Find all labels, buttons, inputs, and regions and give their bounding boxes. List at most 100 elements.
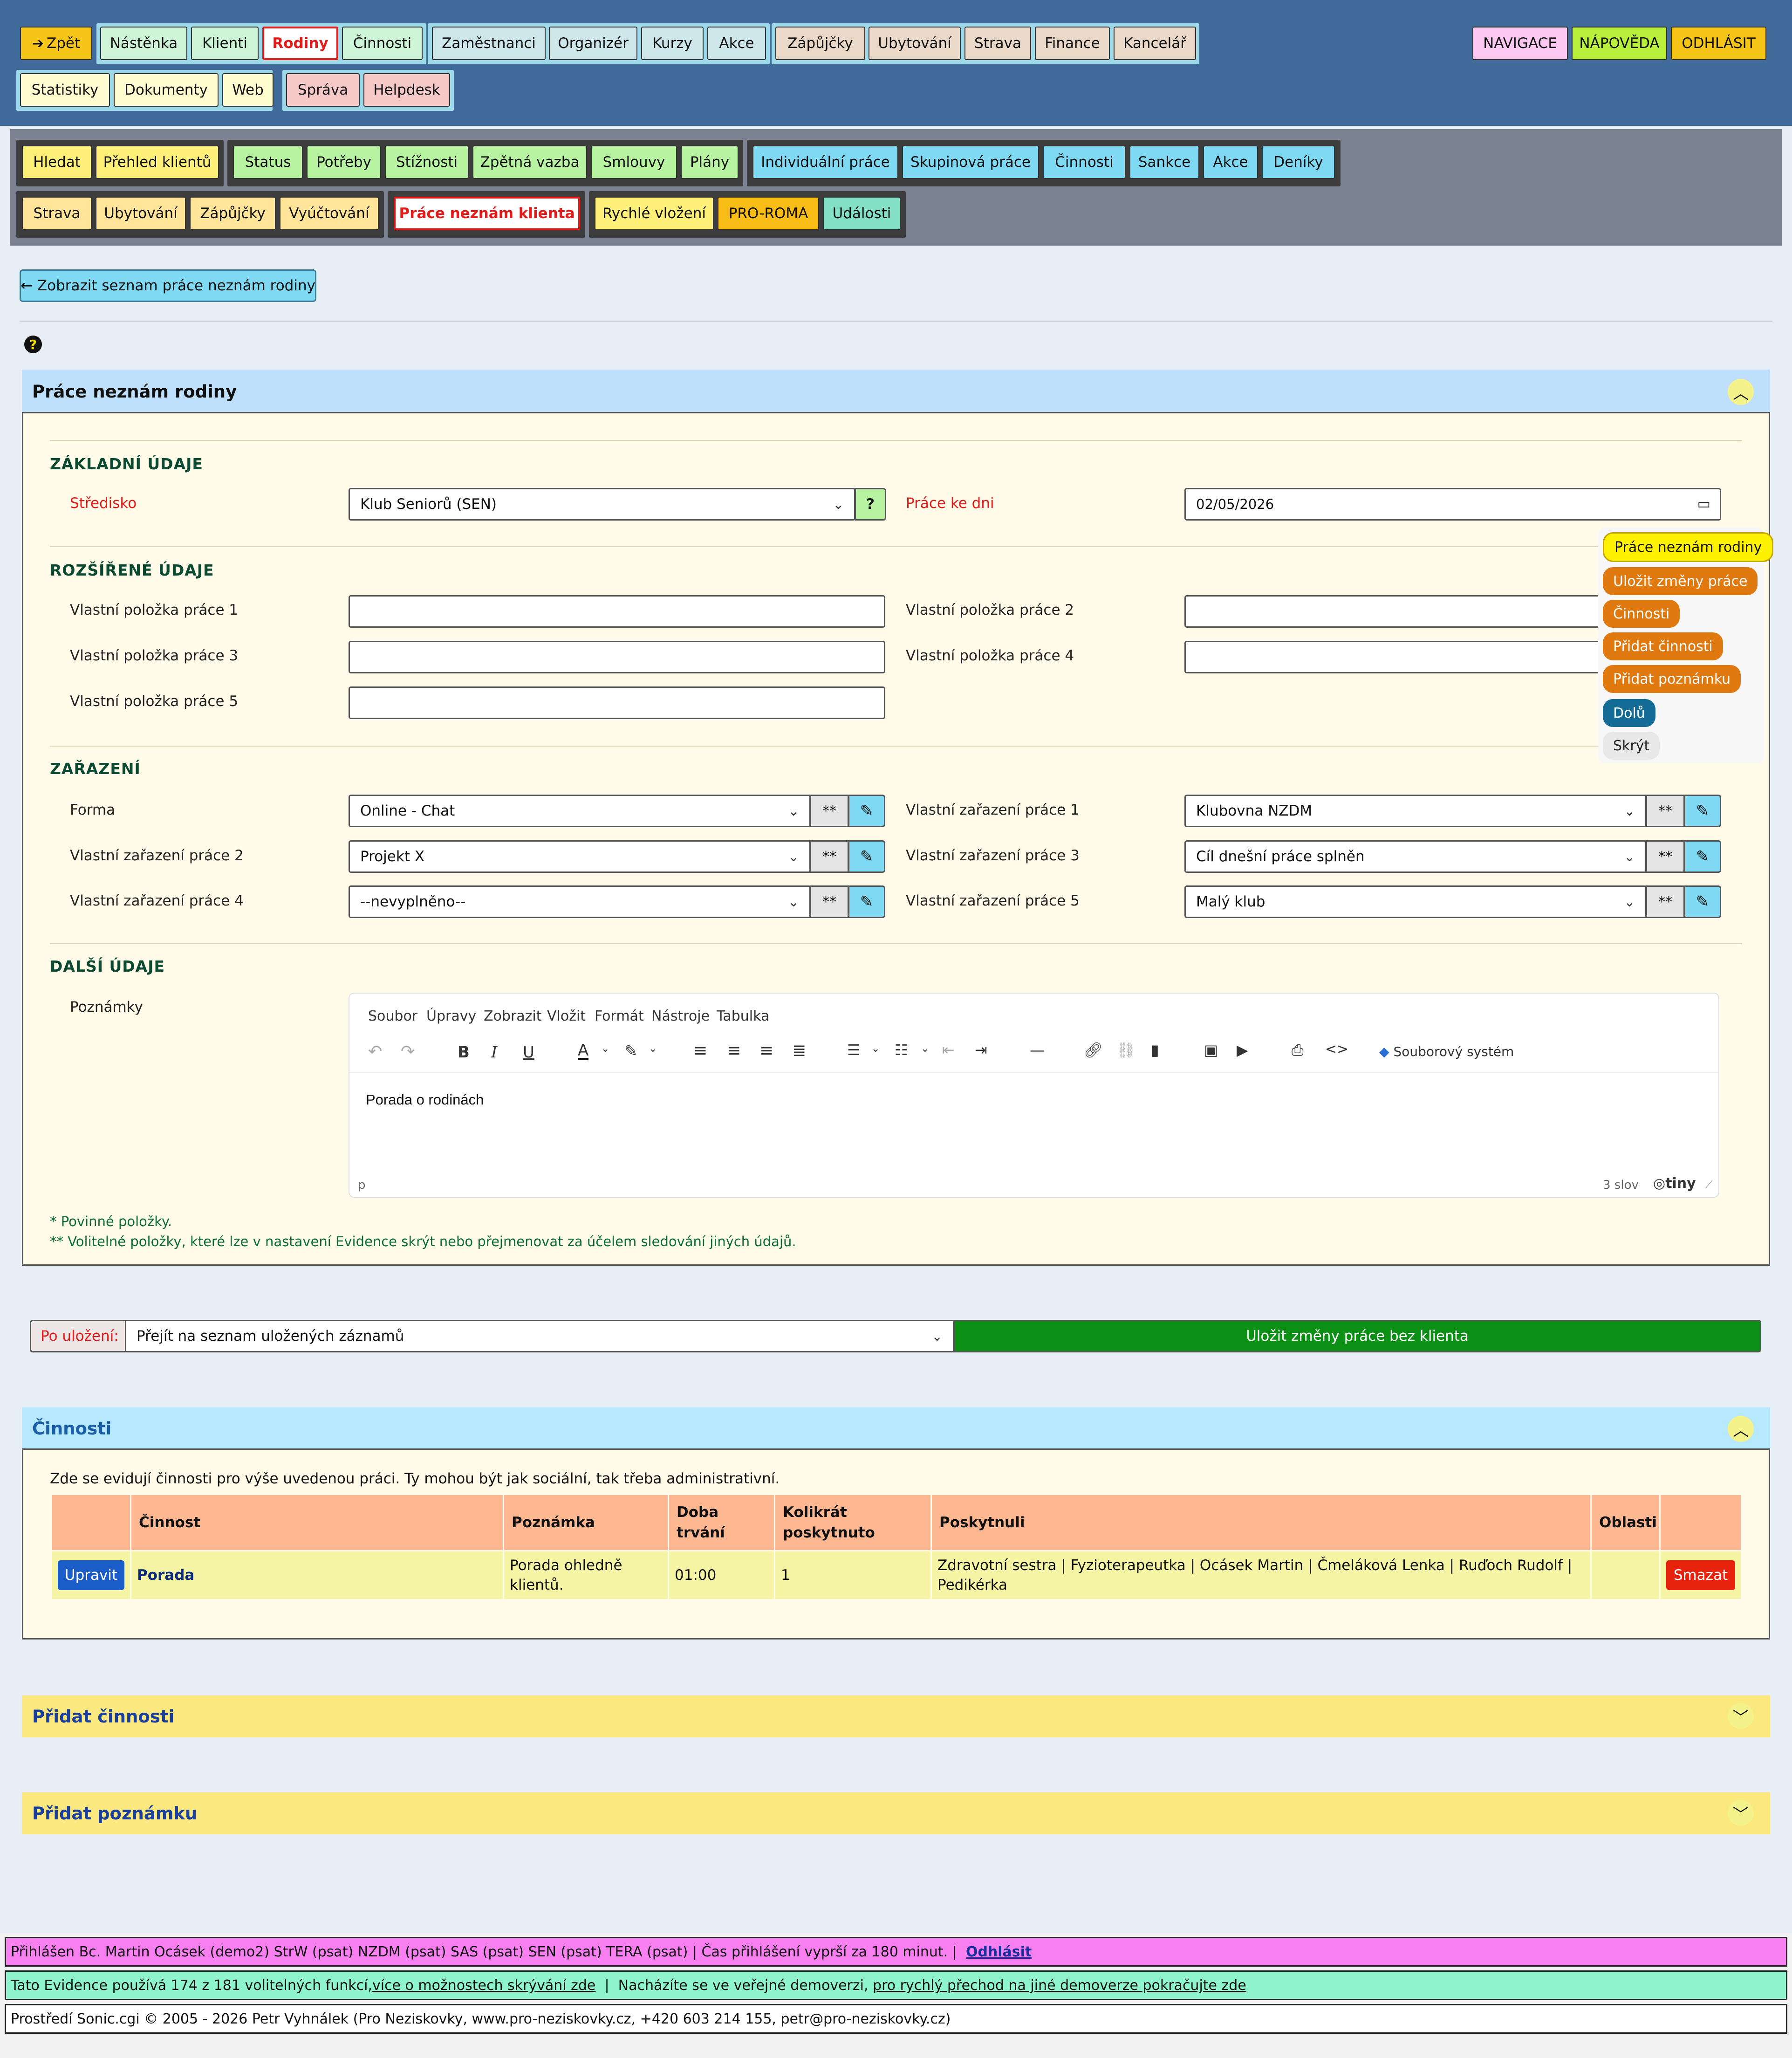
edit-activity-button[interactable]: Upravit [58, 1560, 124, 1590]
nav-odhlasit[interactable]: ODHLÁSIT [1671, 27, 1766, 60]
nav-navigace[interactable]: NAVIGACE [1472, 27, 1568, 60]
add-activity-header[interactable]: Přidat činnosti [22, 1695, 1770, 1737]
subnav-status[interactable]: Status [233, 145, 303, 179]
subnav-pro-roma[interactable]: PRO-ROMA [718, 197, 819, 230]
underline-icon[interactable]: U [523, 1043, 534, 1062]
floating-add-activity[interactable]: Přidat činnosti [1603, 632, 1723, 660]
delete-activity-button[interactable]: Smazat [1666, 1560, 1735, 1590]
edit-icon[interactable]: ✎ [1684, 795, 1721, 827]
floating-save-button[interactable]: Uložit změny práce [1603, 567, 1758, 595]
horizontal-line-icon[interactable]: — [1030, 1041, 1045, 1059]
bookmark-icon[interactable]: ▮ [1151, 1041, 1159, 1059]
back-to-list-button[interactable]: ← Zobrazit seznam práce neznám rodiny [20, 269, 316, 302]
editor-menu-format[interactable]: Formát [595, 1008, 644, 1024]
subnav-individualni-prace[interactable]: Individuální práce [752, 145, 898, 179]
align-justify-icon[interactable]: ≣ [792, 1041, 806, 1060]
resize-handle-icon[interactable]: ⟋ [1705, 1179, 1712, 1191]
chevron-down-icon[interactable]: ﹀ [1728, 1800, 1754, 1826]
floating-down[interactable]: Dolů [1603, 699, 1655, 727]
footer-features-link[interactable]: více o možnostech skrývání zde [372, 1977, 595, 1994]
nav-nastenka[interactable]: Nástěnka [100, 27, 187, 60]
zarazeni-2-select[interactable]: Projekt X ⌄ [349, 840, 811, 873]
edit-icon[interactable]: ✎ [848, 840, 885, 873]
floating-prace-neznam-rodiny[interactable]: Práce neznám rodiny [1603, 532, 1774, 562]
subnav-zpetna-vazba[interactable]: Zpětná vazba [472, 145, 587, 179]
zarazeni-3-select[interactable]: Cíl dnešní práce splněn ⌄ [1184, 840, 1647, 873]
panel-header[interactable]: Práce neznám rodiny [22, 370, 1770, 413]
numbered-list-icon[interactable]: ☷ [895, 1041, 908, 1059]
subnav-stiznosti[interactable]: Stížnosti [385, 145, 469, 179]
edit-icon[interactable]: ✎ [848, 885, 885, 918]
align-center-icon[interactable]: ≡ [727, 1041, 741, 1060]
editor-menu-insert[interactable]: Vložit [547, 1008, 586, 1024]
nav-napoveda[interactable]: NÁPOVĚDA [1572, 27, 1667, 60]
subnav-skupinova-prace[interactable]: Skupinová práce [902, 145, 1039, 179]
chevron-down-icon[interactable]: ﹀ [1728, 1703, 1754, 1729]
calendar-icon[interactable]: ▭ [1697, 496, 1710, 512]
text-color-icon[interactable]: A [578, 1043, 589, 1060]
align-right-icon[interactable]: ≡ [759, 1041, 773, 1060]
media-icon[interactable]: ▶ [1237, 1041, 1248, 1059]
activities-header[interactable]: Činnosti [22, 1407, 1770, 1449]
floating-hide[interactable]: Skrýt [1603, 732, 1660, 760]
editor-menu-tools[interactable]: Nástroje [651, 1008, 710, 1024]
nav-cinnosti[interactable]: Činnosti [342, 27, 423, 60]
nav-web[interactable]: Web [222, 73, 274, 107]
nav-zapujcky[interactable]: Zápůjčky [775, 27, 865, 60]
subnav-deniky[interactable]: Deníky [1262, 145, 1335, 179]
nav-organizer[interactable]: Organizér [549, 27, 637, 60]
chevron-down-icon[interactable]: ⌄ [871, 1043, 880, 1055]
subnav-hledat[interactable]: Hledat [22, 145, 92, 179]
italic-icon[interactable]: I [491, 1043, 497, 1062]
undo-icon[interactable]: ↶ [368, 1042, 382, 1061]
nav-kancelar[interactable]: Kancelář [1114, 27, 1196, 60]
subnav-zapujcky[interactable]: Zápůjčky [190, 197, 276, 230]
subnav-rychle-vlozeni[interactable]: Rychlé vložení [595, 197, 714, 230]
nav-ubytovani[interactable]: Ubytování [869, 27, 961, 60]
subnav-plany[interactable]: Plány [681, 145, 739, 179]
editor-content[interactable]: Porada o rodinách [366, 1091, 484, 1108]
subnav-potreby[interactable]: Potřeby [307, 145, 381, 179]
footer-demo-link[interactable]: pro rychlý přechod na jiné demoverze pok… [873, 1977, 1246, 1994]
date-input[interactable]: 02/05/2026 ▭ [1184, 488, 1721, 521]
redo-icon[interactable]: ↷ [401, 1042, 415, 1061]
nav-akce[interactable]: Akce [707, 27, 766, 60]
chevron-up-icon[interactable]: ︿ [1728, 379, 1754, 405]
image-icon[interactable]: ▣ [1204, 1041, 1218, 1059]
bullet-list-icon[interactable]: ☰ [847, 1041, 861, 1059]
nav-statistiky[interactable]: Statistiky [20, 73, 110, 107]
floating-cinnosti[interactable]: Činnosti [1603, 600, 1680, 628]
nav-strava[interactable]: Strava [964, 27, 1031, 60]
subnav-vyuctovani[interactable]: Vyúčtování [280, 197, 379, 230]
add-note-header[interactable]: Přidat poznámku [22, 1792, 1770, 1834]
zarazeni-4-select[interactable]: --nevyplněno-- ⌄ [349, 885, 811, 918]
save-without-client-button[interactable]: Uložit změny práce bez klienta [953, 1320, 1761, 1352]
nav-rodiny[interactable]: Rodiny [262, 27, 338, 60]
edit-icon[interactable]: ✎ [848, 795, 885, 827]
chevron-down-icon[interactable]: ⌄ [649, 1043, 657, 1055]
chevron-up-icon[interactable]: ︿ [1728, 1416, 1754, 1442]
indent-icon[interactable]: ⇥ [975, 1041, 987, 1059]
nav-dokumenty[interactable]: Dokumenty [114, 73, 219, 107]
floating-add-note[interactable]: Přidat poznámku [1603, 665, 1741, 693]
editor-menu-file[interactable]: Soubor [368, 1008, 417, 1024]
align-left-icon[interactable]: ≡ [693, 1041, 707, 1060]
subnav-udalosti[interactable]: Události [823, 197, 901, 230]
nav-back-button[interactable]: ➔ Zpět [20, 27, 92, 60]
stredisko-select[interactable]: Klub Seniorů (SEN) ⌄ [349, 488, 855, 521]
custom-item-1-input[interactable] [349, 595, 885, 628]
nav-zamestnanci[interactable]: Zaměstnanci [432, 27, 546, 60]
link-icon[interactable]: 🔗︎ [1084, 1041, 1103, 1059]
code-icon[interactable]: <> [1325, 1041, 1348, 1057]
after-save-select[interactable]: Přejít na seznam uložených záznamů ⌄ [125, 1320, 954, 1352]
footer-logout-link[interactable]: Odhlásit [966, 1944, 1032, 1960]
outdent-icon[interactable]: ⇤ [942, 1041, 955, 1059]
zarazeni-5-select[interactable]: Malý klub ⌄ [1184, 885, 1647, 918]
subnav-strava[interactable]: Strava [22, 197, 92, 230]
highlight-icon[interactable]: ✎ [624, 1042, 638, 1061]
nav-kurzy[interactable]: Kurzy [641, 27, 704, 60]
subnav-prace-neznam-klienta[interactable]: Práce neznám klienta [394, 197, 580, 230]
edit-icon[interactable]: ✎ [1684, 840, 1721, 873]
unlink-icon[interactable]: ⛓ [1116, 1041, 1135, 1059]
stredisko-help-button[interactable]: ? [855, 488, 886, 521]
